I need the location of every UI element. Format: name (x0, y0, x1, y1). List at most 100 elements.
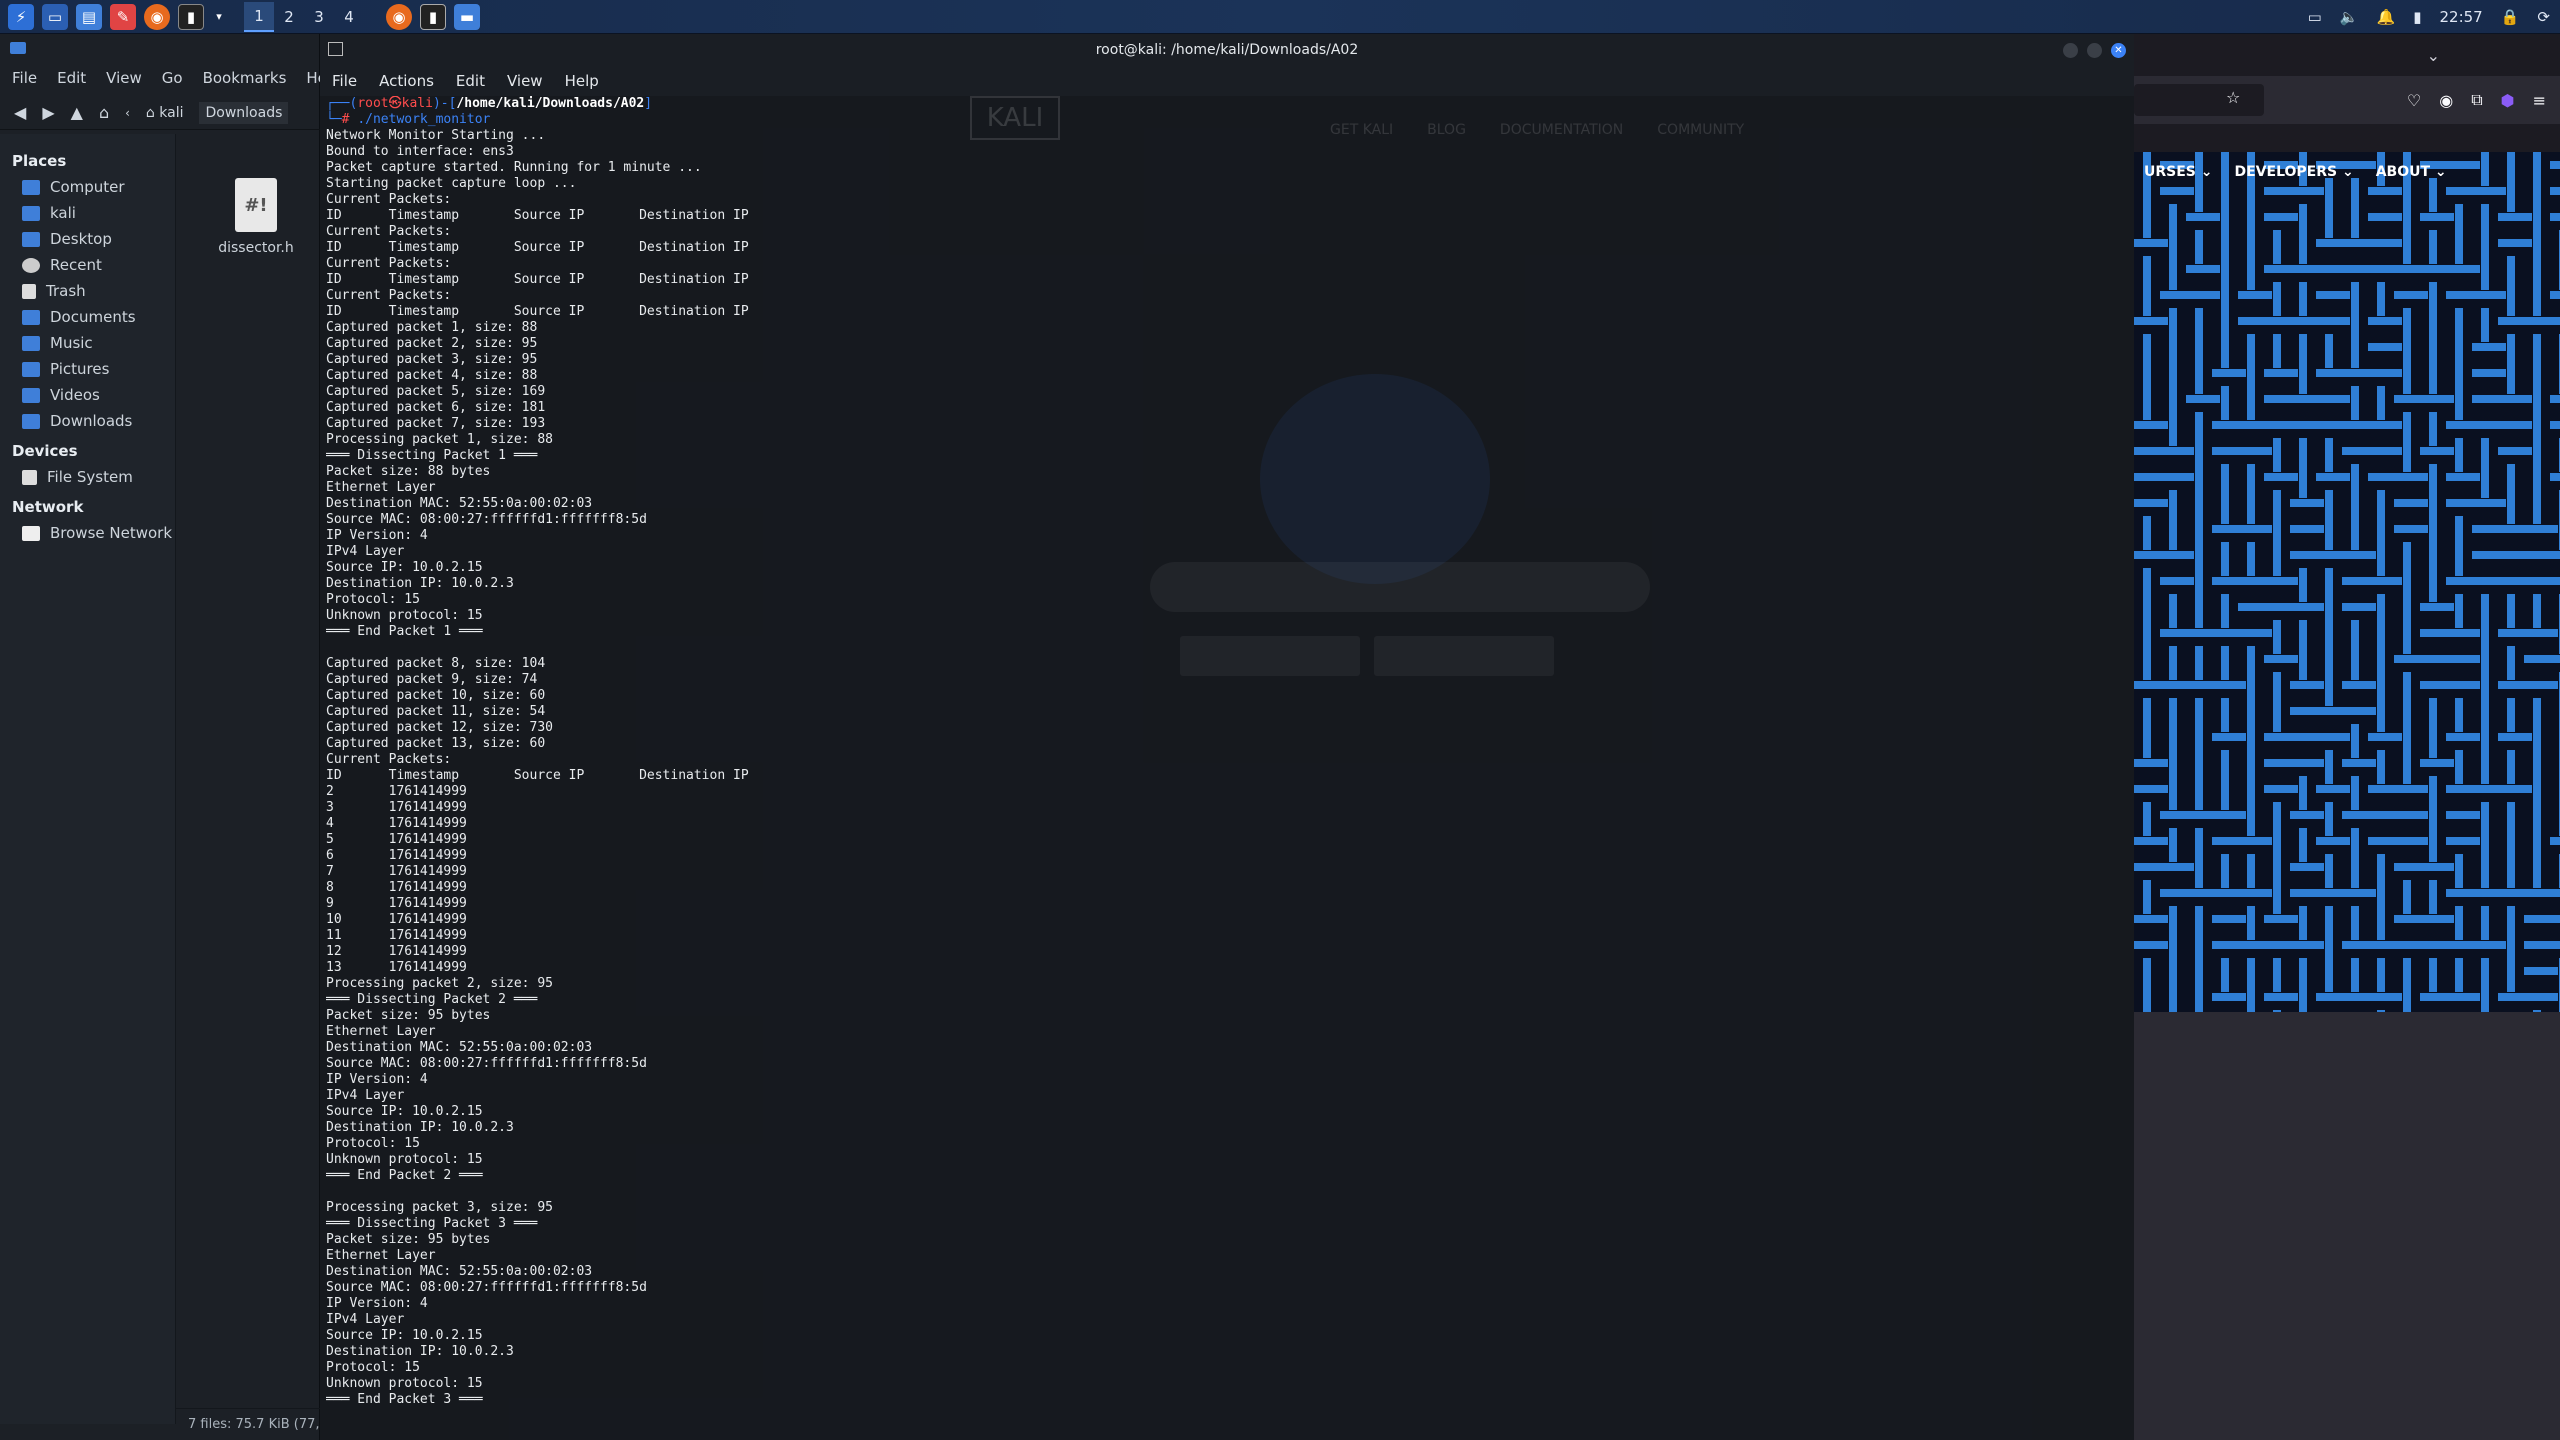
menu-actions[interactable]: Actions (379, 72, 434, 90)
maze-segment (2247, 542, 2255, 576)
workspace-2[interactable]: 2 (274, 2, 304, 32)
pocket-icon[interactable]: ♡ (2407, 91, 2421, 110)
file-manager-toolbar: ◀ ▶ ▲ ⌂ ‹ ⌂ kali Downloads (0, 96, 320, 130)
maze-segment (2429, 828, 2437, 862)
nav-developers[interactable]: DEVELOPERS ⌄ (2235, 164, 2354, 180)
terminal-line: Bound to interface: ens3 (326, 144, 514, 159)
sidebar-item-desktop[interactable]: Desktop (0, 226, 175, 252)
terminal-line: Current Packets: (326, 224, 452, 239)
path-left-arrow-icon[interactable]: ‹ (125, 106, 130, 120)
maze-segment (2247, 854, 2255, 888)
terminal-icon[interactable]: ▮ (178, 3, 204, 30)
menu-edit[interactable]: Edit (456, 72, 485, 90)
menu-file[interactable]: File (12, 69, 37, 87)
nav-about[interactable]: ABOUT ⌄ (2376, 164, 2447, 180)
hamburger-menu-icon[interactable]: ≡ (2533, 91, 2546, 110)
maze-segment (2299, 360, 2307, 394)
chevron-down-icon[interactable]: ⌄ (2427, 46, 2440, 65)
maze-segment (2273, 698, 2281, 732)
workspace-4[interactable]: 4 (334, 2, 364, 32)
maze-segment (2316, 785, 2350, 793)
display-icon[interactable]: ▭ (2308, 8, 2322, 26)
maze-segment (2264, 993, 2298, 1001)
menu-help[interactable]: Help (565, 72, 599, 90)
maze-segment (2134, 239, 2168, 247)
sidebar-item-pictures[interactable]: Pictures (0, 356, 175, 382)
maze-segment (2420, 603, 2454, 611)
terminal-window-icon[interactable]: ▮ (420, 3, 446, 30)
power-icon[interactable]: ⟳ (2537, 8, 2550, 26)
minimize-button[interactable] (2063, 43, 2078, 58)
sidebar-item-videos[interactable]: Videos (0, 382, 175, 408)
forward-arrow-icon[interactable]: ▶ (42, 103, 54, 122)
terminal-line: Network Monitor Starting ... (326, 128, 546, 143)
maze-segment (2498, 213, 2532, 221)
maze-segment (2368, 421, 2402, 429)
sidebar-item-computer[interactable]: Computer (0, 174, 175, 200)
sidebar-item-documents[interactable]: Documents (0, 304, 175, 330)
terminal-line: ID Timestamp Source IP Destination IP (326, 272, 749, 287)
kali-menu-icon[interactable]: ⚡ (8, 3, 34, 30)
maze-segment (2498, 785, 2532, 793)
url-bar[interactable] (2134, 84, 2264, 116)
bookmark-star-icon[interactable]: ☆ (2226, 88, 2240, 107)
maze-segment (2455, 906, 2463, 940)
maze-segment (2299, 464, 2307, 498)
breadcrumb-downloads[interactable]: Downloads (199, 101, 289, 124)
lock-icon[interactable]: 🔒 (2501, 8, 2520, 26)
chevron-down-icon[interactable]: ▾ (212, 4, 226, 30)
clock[interactable]: 22:57 (2440, 8, 2483, 26)
firefox-window-icon[interactable]: ◉ (386, 3, 412, 30)
volume-icon[interactable]: 🔈 (2340, 8, 2359, 26)
menu-edit[interactable]: Edit (57, 69, 86, 87)
up-arrow-icon[interactable]: ▲ (71, 103, 83, 122)
menu-go[interactable]: Go (162, 69, 183, 87)
sidebar-item-kali[interactable]: kali (0, 200, 175, 226)
notification-bell-icon[interactable]: 🔔 (2377, 8, 2396, 26)
maze-segment (2134, 785, 2168, 793)
terminal-line: Packet size: 88 bytes (326, 464, 491, 479)
menu-view[interactable]: View (106, 69, 142, 87)
sidebar-item-recent[interactable]: Recent (0, 252, 175, 278)
folder-window-icon[interactable]: ▬ (454, 3, 480, 30)
prompt-user: root㉿kali (357, 96, 433, 111)
breadcrumb-kali[interactable]: ⌂ kali (146, 105, 184, 121)
sidebar-item-trash[interactable]: Trash (0, 278, 175, 304)
workspace-1[interactable]: 1 (244, 1, 274, 32)
file-manager-icon[interactable]: ▤ (76, 3, 102, 30)
file-item[interactable]: #! dissector.h (206, 178, 306, 256)
desktop-icon[interactable]: ▭ (42, 3, 68, 30)
sidebar-item-file-system[interactable]: File System (0, 464, 175, 490)
account-icon[interactable]: ◉ (2439, 91, 2453, 110)
maze-segment (2455, 594, 2463, 628)
back-arrow-icon[interactable]: ◀ (14, 103, 26, 122)
website-nav: URSES ⌄ DEVELOPERS ⌄ ABOUT ⌄ (2134, 152, 2560, 192)
maze-segment (2299, 906, 2307, 940)
menu-file[interactable]: File (332, 72, 357, 90)
maze-segment (2143, 984, 2151, 1012)
terminal-output[interactable]: ┌──(root㉿kali)-[/home/kali/Downloads/A02… (326, 96, 2126, 1436)
firefox-icon[interactable]: ◉ (144, 3, 170, 30)
menu-view[interactable]: View (507, 72, 543, 90)
network-icon (22, 525, 40, 541)
extensions-icon[interactable]: ⧉ (2471, 90, 2482, 110)
sidebar-item-downloads[interactable]: Downloads (0, 408, 175, 434)
text-editor-icon[interactable]: ✎ (110, 3, 136, 30)
maximize-button[interactable] (2087, 43, 2102, 58)
maze-segment (2290, 603, 2324, 611)
sidebar-item-browse-network[interactable]: Browse Network (0, 520, 175, 546)
battery-icon[interactable]: ▮ (2413, 8, 2421, 26)
places-sidebar: Places Computer kali Desktop Recent Tras… (0, 134, 176, 1424)
home-icon[interactable]: ⌂ (99, 103, 109, 122)
terminal-line: Captured packet 6, size: 181 (326, 400, 546, 415)
sidebar-item-music[interactable]: Music (0, 330, 175, 356)
maze-segment (2351, 776, 2359, 810)
maze-segment (2377, 750, 2385, 784)
terminal-line: 3 1761414999 (326, 800, 467, 815)
workspace-3[interactable]: 3 (304, 2, 334, 32)
maze-segment (2472, 369, 2506, 377)
close-button[interactable]: ✕ (2111, 43, 2126, 58)
extension-purple-icon[interactable]: ⬢ (2501, 91, 2515, 110)
menu-bookmarks[interactable]: Bookmarks (203, 69, 287, 87)
nav-courses[interactable]: URSES ⌄ (2144, 164, 2213, 180)
